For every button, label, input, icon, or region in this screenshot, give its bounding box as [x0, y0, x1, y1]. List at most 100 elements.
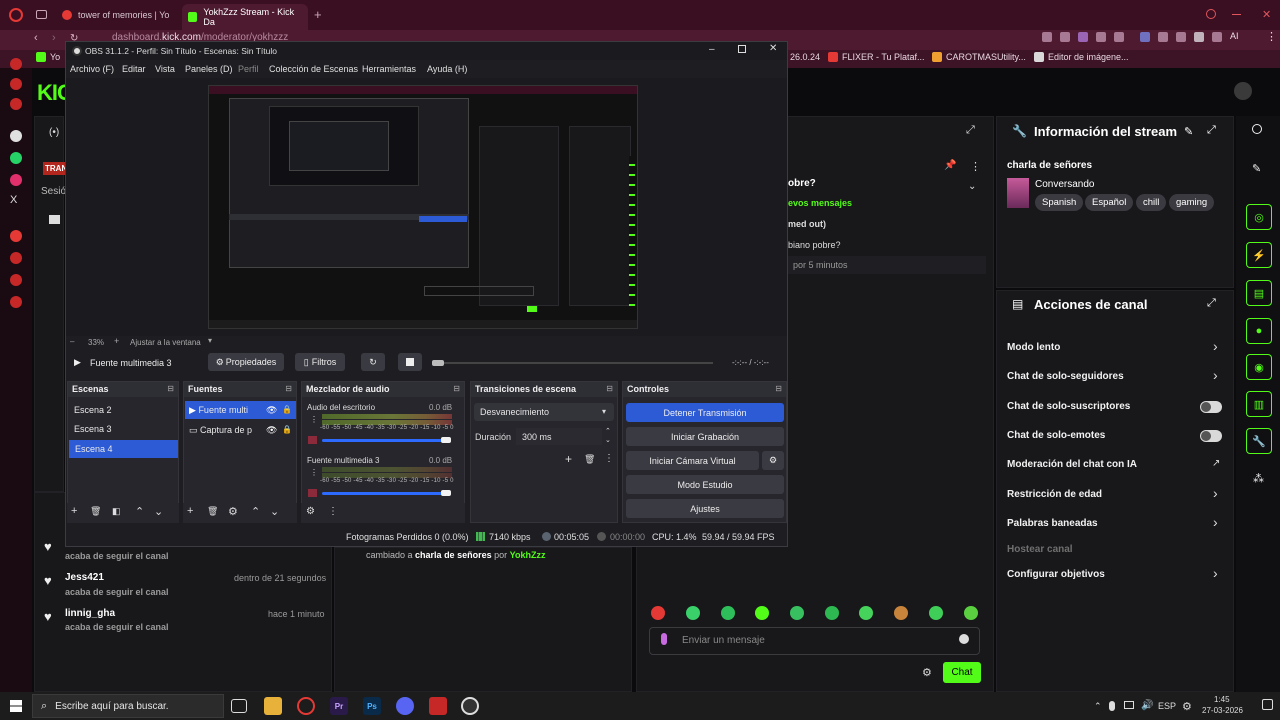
- microphone-icon[interactable]: [661, 633, 667, 645]
- back-icon[interactable]: ‹: [34, 32, 38, 44]
- clock-date[interactable]: 27-03-2026: [1202, 706, 1243, 715]
- move-up-icon[interactable]: ⌃: [251, 505, 260, 518]
- scene-item-selected[interactable]: Escena 4: [69, 440, 178, 458]
- lock-icon[interactable]: 🔒: [282, 425, 292, 434]
- bookmark-item[interactable]: Editor de imágene...: [1034, 52, 1129, 62]
- bookmark-kick-icon[interactable]: Yo: [36, 52, 60, 62]
- edit-icon[interactable]: ✎: [1252, 162, 1261, 175]
- stream-category[interactable]: Conversando: [1035, 179, 1094, 190]
- rail-clipboard-button[interactable]: ▤: [1246, 280, 1272, 306]
- remove-transition-icon[interactable]: 🗑: [584, 454, 595, 465]
- new-messages-banner[interactable]: evos mensajes: [788, 198, 852, 208]
- sidebar-app-icon[interactable]: [10, 98, 22, 110]
- puzzle-extensions-icon[interactable]: [1176, 32, 1186, 42]
- add-source-icon[interactable]: +: [187, 505, 193, 517]
- spin-down-icon[interactable]: ⌄: [605, 436, 611, 444]
- fit-to-window[interactable]: Ajustar a la ventana: [130, 338, 201, 347]
- action-configure-goals[interactable]: Configurar objetivos: [1007, 569, 1105, 580]
- emote-icon[interactable]: [894, 606, 908, 620]
- virtual-camera-settings-button[interactable]: ⚙: [762, 451, 784, 470]
- emotes-only-toggle[interactable]: [1200, 430, 1222, 442]
- scene-filters-icon[interactable]: ◧: [112, 506, 121, 517]
- history-icon[interactable]: [10, 274, 22, 286]
- share-icon[interactable]: ⁂: [1253, 472, 1264, 485]
- menu-tools[interactable]: Herramientas: [362, 64, 416, 74]
- more-options-icon[interactable]: ⋮: [970, 160, 981, 173]
- chevron-right-icon[interactable]: ›: [1213, 565, 1218, 581]
- rail-wrench-button[interactable]: 🔧: [1246, 428, 1272, 454]
- transition-select[interactable]: Desvanecimiento: [474, 403, 614, 421]
- discord-icon[interactable]: [396, 697, 414, 715]
- forward-icon[interactable]: ›: [52, 32, 56, 44]
- duration-input[interactable]: 300 ms: [516, 428, 602, 445]
- mixer-menu-icon[interactable]: ⋮: [328, 506, 338, 517]
- move-down-icon[interactable]: ⌄: [154, 505, 163, 518]
- popout-chat-icon[interactable]: ⤢: [966, 124, 975, 137]
- sidebar-app-icon[interactable]: [10, 78, 22, 90]
- rail-lightning-button[interactable]: ⚡: [1246, 242, 1272, 268]
- menu-profile[interactable]: Perfil: [238, 64, 259, 74]
- visibility-eye-icon[interactable]: 👁: [266, 405, 277, 416]
- x-twitter-icon[interactable]: X: [10, 194, 17, 206]
- emote-icon[interactable]: [825, 606, 839, 620]
- obs-preview-canvas[interactable]: [208, 85, 638, 329]
- emote-icon[interactable]: [964, 606, 978, 620]
- more-menu-icon[interactable]: ⋮: [1266, 30, 1277, 43]
- profile-avatar-icon[interactable]: [1194, 32, 1204, 42]
- network-tray-icon[interactable]: [1124, 701, 1134, 709]
- browser-tab-youtube[interactable]: tower of memories | Yo: [56, 5, 175, 25]
- menu-help[interactable]: Ayuda (H): [427, 64, 467, 74]
- scene-item[interactable]: Escena 2: [68, 401, 178, 419]
- tray-chevron-icon[interactable]: ⌃: [1094, 701, 1102, 712]
- visibility-eye-icon[interactable]: 👁: [266, 425, 277, 436]
- chevron-right-icon[interactable]: ›: [1213, 367, 1218, 383]
- menu-docks[interactable]: Paneles (D): [185, 64, 233, 74]
- filters-button[interactable]: ▯ Filtros: [295, 353, 345, 371]
- new-tab-button[interactable]: +: [314, 7, 322, 22]
- taskbar-search[interactable]: ⌕ Escribe aquí para buscar.: [32, 694, 224, 718]
- browser-tab-kick[interactable]: YokhZzz Stream - Kick Da: [182, 4, 308, 30]
- chat-settings-gear-icon[interactable]: ⚙: [922, 666, 932, 679]
- close-browser-icon[interactable]: ✕: [1262, 8, 1271, 21]
- emoji-icon[interactable]: [959, 634, 969, 644]
- play-extension-icon[interactable]: [1096, 32, 1106, 42]
- music-icon[interactable]: [10, 230, 22, 242]
- emote-icon[interactable]: [755, 606, 769, 620]
- task-view-icon[interactable]: [231, 699, 247, 713]
- media-seek-bar[interactable]: [433, 362, 713, 364]
- emote-icon[interactable]: [721, 606, 735, 620]
- seek-handle[interactable]: [432, 360, 444, 366]
- popout-icon[interactable]: ⤢: [1207, 124, 1216, 137]
- channel-menu-icon[interactable]: ⋮: [310, 468, 318, 477]
- menu-scene-collection[interactable]: Colección de Escenas: [269, 64, 358, 74]
- remove-scene-icon[interactable]: 🗑: [90, 506, 101, 517]
- file-explorer-icon[interactable]: [264, 697, 282, 715]
- bookmark-item[interactable]: 26.0.24: [790, 52, 820, 62]
- start-virtual-camera-button[interactable]: Iniciar Cámara Virtual: [626, 451, 759, 470]
- close-icon[interactable]: ✕: [769, 43, 777, 54]
- action-followers-only[interactable]: Chat de solo-seguidores: [1007, 371, 1124, 382]
- dock-menu-icon[interactable]: ⊟: [606, 384, 613, 393]
- microphone-tray-icon[interactable]: [1109, 701, 1115, 711]
- dock-menu-icon[interactable]: ⊟: [167, 384, 174, 393]
- dock-menu-icon[interactable]: ⊟: [775, 384, 782, 393]
- extension-icon[interactable]: [1114, 32, 1124, 42]
- bookmark-item[interactable]: FLIXER - Tu Plataf...: [828, 52, 925, 62]
- extension-icon[interactable]: [1158, 32, 1168, 42]
- chevron-right-icon[interactable]: ›: [1213, 514, 1218, 530]
- mute-speaker-icon[interactable]: [308, 436, 317, 444]
- source-properties-gear-icon[interactable]: ⚙: [228, 505, 238, 518]
- minimize-browser-icon[interactable]: [1232, 14, 1241, 15]
- add-scene-icon[interactable]: +: [71, 505, 77, 517]
- premiere-pro-icon[interactable]: Pr: [330, 697, 348, 715]
- tab-manager-icon[interactable]: [36, 10, 47, 19]
- volume-slider[interactable]: [322, 492, 450, 495]
- player-icon[interactable]: [49, 215, 60, 224]
- windows-start-icon[interactable]: [10, 700, 22, 712]
- source-item-selected[interactable]: ▶ Fuente multi: [185, 401, 296, 419]
- download-icon[interactable]: [1212, 32, 1222, 42]
- bookmark-item[interactable]: CAROTMASUtility...: [932, 52, 1026, 62]
- dock-menu-icon[interactable]: ⊟: [453, 384, 460, 393]
- restart-media-button[interactable]: ↻: [361, 353, 385, 371]
- minimize-icon[interactable]: –: [709, 44, 715, 55]
